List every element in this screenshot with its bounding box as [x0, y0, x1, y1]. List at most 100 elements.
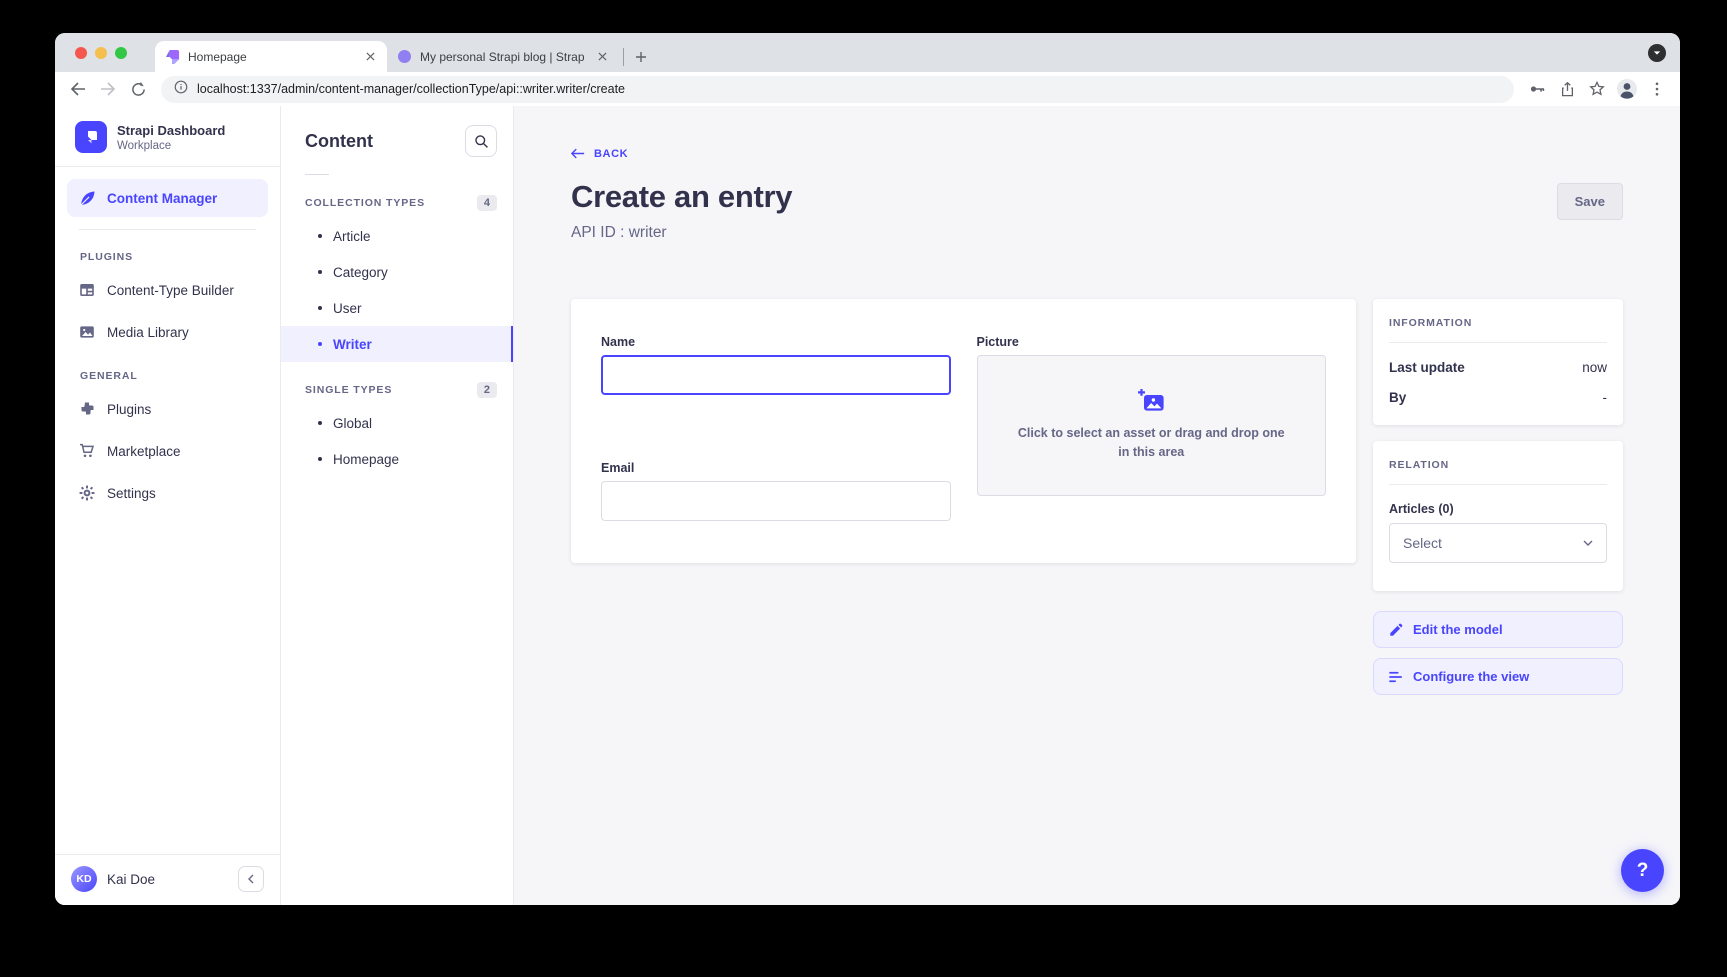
forward-nav-icon[interactable]: [94, 75, 122, 103]
api-id-subtitle: API ID : writer: [571, 224, 792, 242]
subnav-item-label: Article: [333, 229, 371, 244]
share-icon[interactable]: [1553, 75, 1581, 103]
subnav-item-homepage[interactable]: Homepage: [281, 441, 513, 477]
reload-icon[interactable]: [124, 75, 152, 103]
sidebar-section-general: GENERAL: [55, 370, 280, 382]
image-icon: [78, 324, 96, 340]
sidebar-item-media-library[interactable]: Media Library: [67, 313, 268, 351]
sidebar-item-label: Content Manager: [107, 191, 217, 206]
tab-search-button[interactable]: [1648, 44, 1666, 62]
cart-icon: [78, 443, 96, 459]
sidebar-section-plugins: PLUGINS: [55, 251, 280, 263]
zoom-window-button[interactable]: [115, 47, 127, 59]
workspace-brand: Strapi Dashboard Workplace: [55, 106, 280, 166]
tab-strapi-blog[interactable]: My personal Strapi blog | Strap: [387, 41, 619, 72]
gear-icon: [78, 485, 96, 501]
password-key-icon[interactable]: [1523, 75, 1551, 103]
tab-title: My personal Strapi blog | Strap: [420, 50, 594, 64]
collapse-sidebar-button[interactable]: [238, 866, 264, 892]
bookmark-star-icon[interactable]: [1583, 75, 1611, 103]
new-tab-button[interactable]: [628, 44, 654, 70]
chevron-down-icon: [1583, 540, 1593, 546]
sidebar-footer: KD Kai Doe: [55, 854, 280, 905]
bullet-icon: [318, 306, 322, 310]
email-input[interactable]: [601, 481, 951, 521]
main-sidebar: Strapi Dashboard Workplace Content Manag…: [55, 106, 281, 905]
user-name: Kai Doe: [107, 872, 228, 887]
information-panel-title: INFORMATION: [1389, 317, 1607, 329]
strapi-logo-icon: [75, 121, 107, 153]
action-button-label: Configure the view: [1413, 669, 1529, 684]
browser-window: Homepage My personal Strapi blog | Strap: [55, 33, 1680, 905]
articles-select[interactable]: Select: [1389, 523, 1607, 563]
email-field-label: Email: [601, 461, 951, 475]
single-types-count-badge: 2: [477, 382, 497, 398]
sliders-icon: [1389, 671, 1403, 683]
divider: [79, 229, 256, 230]
workspace-subtitle: Workplace: [117, 140, 225, 152]
subnav-item-label: Global: [333, 416, 372, 431]
bullet-icon: [318, 270, 322, 274]
right-panel: INFORMATION Last update now By - RELATIO…: [1373, 299, 1623, 695]
close-window-button[interactable]: [75, 47, 87, 59]
url-text: localhost:1337/admin/content-manager/col…: [197, 82, 625, 96]
name-field-label: Name: [601, 335, 951, 349]
bullet-icon: [318, 342, 322, 346]
window-controls: [75, 47, 127, 59]
save-button[interactable]: Save: [1557, 183, 1623, 220]
sidebar-item-label: Settings: [107, 486, 156, 501]
bullet-icon: [318, 457, 322, 461]
tab-homepage[interactable]: Homepage: [155, 41, 387, 72]
picture-field-label: Picture: [977, 335, 1327, 349]
relation-panel: RELATION Articles (0) Select: [1373, 441, 1623, 591]
sidebar-item-settings[interactable]: Settings: [67, 474, 268, 512]
edit-the-model-button[interactable]: Edit the model: [1373, 611, 1623, 648]
main-content: BACK Create an entry API ID : writer Sav…: [514, 106, 1680, 905]
back-nav-icon[interactable]: [64, 75, 92, 103]
sidebar-item-plugins[interactable]: Plugins: [67, 390, 268, 428]
configure-the-view-button[interactable]: Configure the view: [1373, 658, 1623, 695]
sidebar-item-label: Marketplace: [107, 444, 181, 459]
sidebar-item-content-manager[interactable]: Content Manager: [67, 179, 268, 217]
browser-toolbar: localhost:1337/admin/content-manager/col…: [55, 72, 1680, 106]
subnav-title: Content: [305, 131, 373, 152]
blog-favicon-icon: [396, 49, 412, 65]
subnav-item-category[interactable]: Category: [281, 254, 513, 290]
image-plus-icon: [1137, 389, 1165, 413]
feather-pen-icon: [78, 190, 96, 207]
browser-menu-icon[interactable]: [1643, 75, 1671, 103]
subnav-item-label: Homepage: [333, 452, 399, 467]
search-button[interactable]: [465, 125, 497, 157]
picture-dropzone[interactable]: Click to select an asset or drag and dro…: [977, 355, 1327, 496]
pencil-icon: [1389, 623, 1403, 637]
collection-types-count-badge: 4: [477, 195, 497, 211]
sidebar-item-label: Content-Type Builder: [107, 283, 234, 298]
sidebar-item-marketplace[interactable]: Marketplace: [67, 432, 268, 470]
tab-title: Homepage: [188, 50, 362, 64]
close-tab-icon[interactable]: [594, 49, 610, 65]
profile-avatar-icon[interactable]: [1613, 75, 1641, 103]
subnav-item-article[interactable]: Article: [281, 218, 513, 254]
group-label-collection-types: COLLECTION TYPES: [305, 197, 425, 209]
sidebar-item-content-type-builder[interactable]: Content-Type Builder: [67, 271, 268, 309]
action-button-label: Edit the model: [1413, 622, 1503, 637]
page-title: Create an entry: [571, 179, 792, 215]
subnav-item-writer[interactable]: Writer: [281, 326, 513, 362]
minimize-window-button[interactable]: [95, 47, 107, 59]
divider: [1389, 484, 1607, 485]
help-button[interactable]: ?: [1621, 849, 1664, 892]
relation-panel-title: RELATION: [1389, 459, 1607, 471]
sidebar-item-label: Plugins: [107, 402, 151, 417]
page-info-icon[interactable]: [174, 80, 188, 99]
name-input[interactable]: [601, 355, 951, 395]
back-link[interactable]: BACK: [571, 148, 628, 160]
url-bar[interactable]: localhost:1337/admin/content-manager/col…: [161, 76, 1514, 103]
divider: [305, 174, 329, 175]
close-tab-icon[interactable]: [362, 49, 378, 65]
group-label-single-types: SINGLE TYPES: [305, 384, 392, 396]
user-avatar[interactable]: KD: [71, 866, 97, 892]
subnav-item-user[interactable]: User: [281, 290, 513, 326]
subnav-item-label: Writer: [333, 337, 372, 352]
subnav-item-global[interactable]: Global: [281, 405, 513, 441]
information-panel: INFORMATION Last update now By -: [1373, 299, 1623, 425]
